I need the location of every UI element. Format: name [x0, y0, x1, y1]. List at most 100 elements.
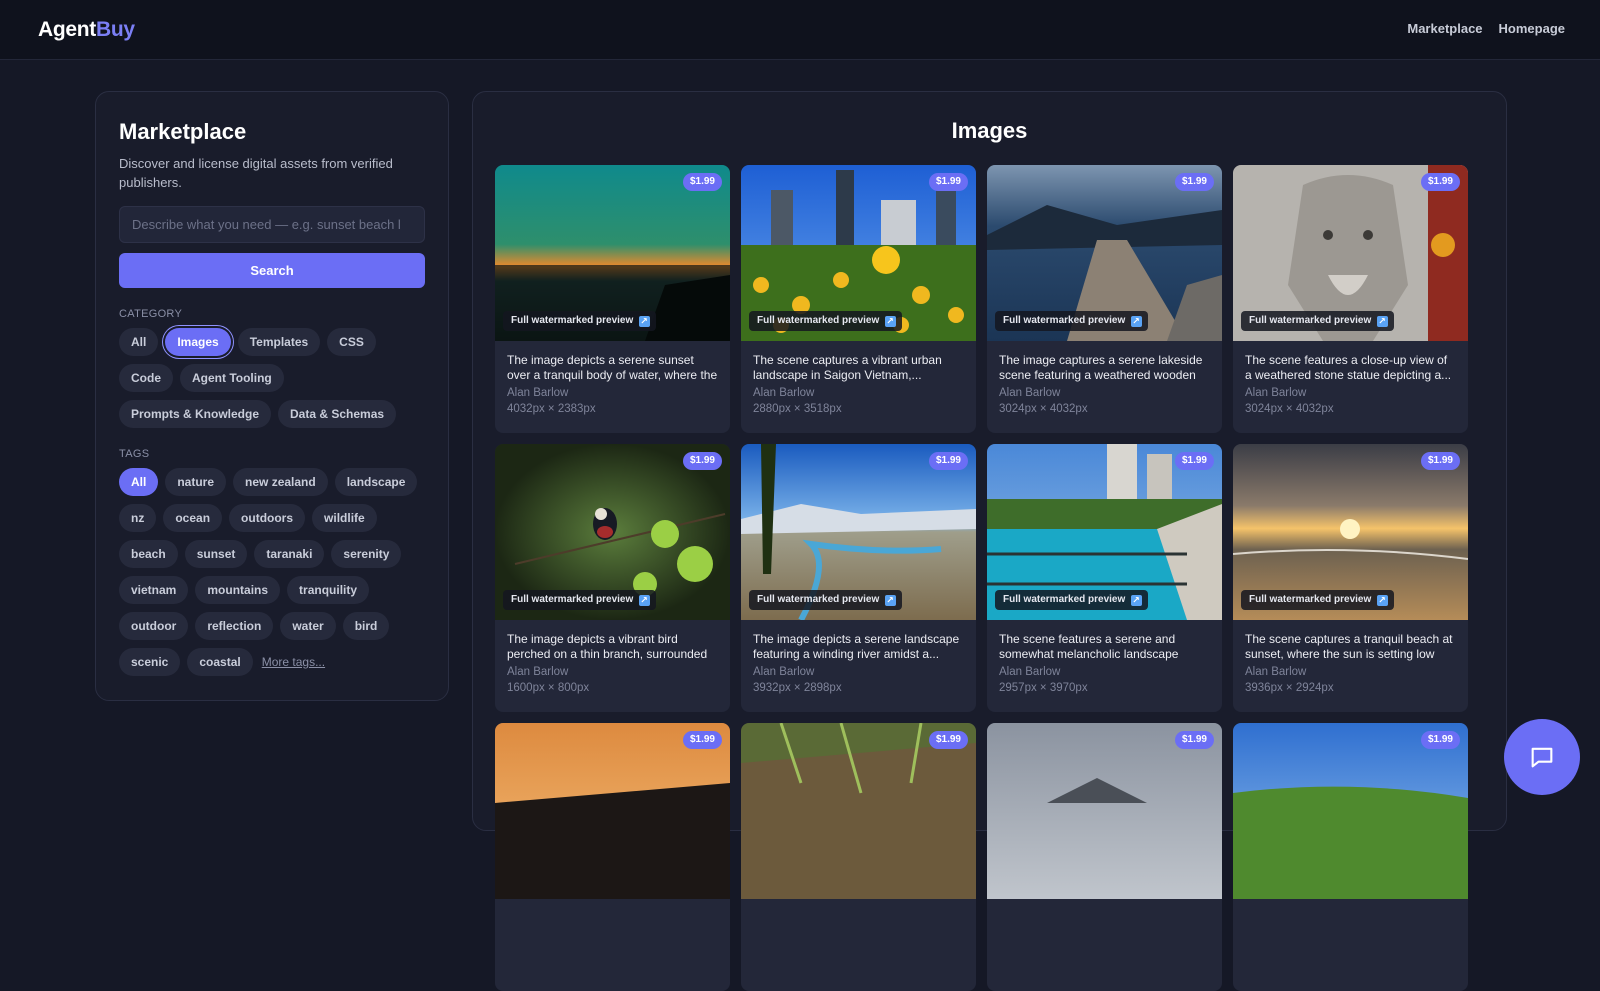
tag-chip[interactable]: bird	[342, 612, 390, 640]
preview-label: Full watermarked preview	[1249, 315, 1372, 326]
image-card[interactable]: $1.99	[1233, 723, 1468, 991]
tag-chip-all[interactable]: All	[119, 468, 159, 496]
tag-chip[interactable]: ocean	[163, 504, 223, 532]
category-chip-templates[interactable]: Templates	[237, 328, 321, 356]
tag-chip[interactable]: sunset	[184, 540, 248, 568]
price-badge: $1.99	[682, 731, 722, 749]
price-badge: $1.99	[928, 452, 968, 470]
price-badge: $1.99	[1420, 452, 1460, 470]
price-badge: $1.99	[928, 731, 968, 749]
external-link-icon	[639, 311, 651, 331]
card-title: The image depicts a serene landscape fea…	[753, 632, 960, 661]
image-thumbnail[interactable]	[741, 723, 976, 899]
price-badge: $1.99	[682, 452, 722, 470]
image-card[interactable]: $1.99 Full watermarked preview The scene f…	[987, 444, 1222, 712]
card-author: Alan Barlow	[507, 666, 569, 678]
watermarked-preview-button[interactable]: Full watermarked preview	[995, 311, 1149, 331]
image-thumbnail[interactable]	[495, 723, 730, 899]
tag-chip[interactable]: serenity	[331, 540, 402, 568]
card-title: The scene features a close-up view of a …	[1245, 353, 1452, 382]
price-badge: $1.99	[1174, 173, 1214, 191]
preview-label: Full watermarked preview	[1003, 594, 1126, 605]
image-thumbnail[interactable]	[1233, 723, 1468, 899]
more-tags-link[interactable]: More tags...	[262, 648, 325, 676]
search-input[interactable]	[119, 206, 425, 243]
watermarked-preview-button[interactable]: Full watermarked preview	[503, 590, 657, 610]
watermarked-preview-button[interactable]: Full watermarked preview	[503, 311, 657, 331]
logo[interactable]: AgentBuy	[38, 18, 135, 42]
image-card[interactable]: $1.99 Full watermarked preview The scene c…	[741, 165, 976, 433]
image-card[interactable]: $1.99 Full watermarked preview The image c…	[987, 165, 1222, 433]
card-title: The scene features a serene and somewhat…	[999, 632, 1179, 661]
category-chips: All Images Templates CSS Code Agent Tool…	[119, 328, 425, 428]
image-card[interactable]: $1.99	[741, 723, 976, 991]
card-dimensions: 3024px × 4032px	[999, 403, 1088, 415]
watermarked-preview-button[interactable]: Full watermarked preview	[749, 590, 903, 610]
category-chip-prompts-knowledge[interactable]: Prompts & Knowledge	[119, 400, 272, 428]
tag-chip[interactable]: taranaki	[254, 540, 325, 568]
watermarked-preview-button[interactable]: Full watermarked preview	[995, 590, 1149, 610]
tag-chip[interactable]: tranquility	[287, 576, 370, 604]
tag-chip[interactable]: scenic	[119, 648, 181, 676]
image-card[interactable]: $1.99 Full watermarked preview The scene f…	[1233, 165, 1468, 433]
tag-chip[interactable]: nature	[165, 468, 227, 496]
external-link-icon	[1131, 311, 1143, 331]
category-chip-agent-tooling[interactable]: Agent Tooling	[180, 364, 284, 392]
category-chip-images[interactable]: Images	[165, 328, 231, 356]
tag-chip[interactable]: reflection	[195, 612, 274, 640]
chat-bubble-icon	[1531, 747, 1553, 768]
top-bar: AgentBuy Marketplace Homepage	[0, 0, 1600, 60]
card-title: The scene captures a tranquil beach at s…	[1245, 632, 1453, 661]
tag-chip[interactable]: outdoor	[119, 612, 189, 640]
search-button[interactable]: Search	[119, 253, 425, 288]
chat-button[interactable]	[1504, 719, 1580, 795]
image-card[interactable]: $1.99 Full watermarked preview The image d…	[741, 444, 976, 712]
tag-chip[interactable]: new zealand	[233, 468, 328, 496]
nav-link-marketplace[interactable]: Marketplace	[1407, 21, 1482, 36]
watermarked-preview-button[interactable]: Full watermarked preview	[1241, 311, 1395, 331]
sidebar-description: Discover and license digital assets from…	[119, 156, 393, 190]
card-author: Alan Barlow	[753, 666, 815, 678]
filter-sidebar: Marketplace Discover and license digital…	[95, 91, 449, 701]
nav-link-homepage[interactable]: Homepage	[1499, 21, 1565, 36]
card-title: The image captures a serene lakeside sce…	[999, 353, 1203, 382]
image-card[interactable]: $1.99 Full watermarked preview The scene c…	[1233, 444, 1468, 712]
card-title: The scene captures a vibrant urban lands…	[753, 353, 942, 382]
tag-chip[interactable]: coastal	[187, 648, 253, 676]
external-link-icon	[1377, 311, 1389, 331]
tag-chip[interactable]: beach	[119, 540, 178, 568]
results-panel: Images $1.99 Full watermarked preview The …	[472, 91, 1507, 991]
image-thumbnail[interactable]	[987, 723, 1222, 899]
category-chip-css[interactable]: CSS	[327, 328, 376, 356]
tag-chip[interactable]: wildlife	[312, 504, 377, 532]
card-dimensions: 1600px × 800px	[507, 682, 590, 694]
external-link-icon	[885, 311, 897, 331]
watermarked-preview-button[interactable]: Full watermarked preview	[749, 311, 903, 331]
price-badge: $1.99	[928, 173, 968, 191]
tag-chip[interactable]: mountains	[195, 576, 281, 604]
card-author: Alan Barlow	[999, 387, 1061, 399]
results-title: Images	[951, 118, 1028, 143]
card-author: Alan Barlow	[753, 387, 815, 399]
card-author: Alan Barlow	[1245, 387, 1307, 399]
external-link-icon	[1131, 590, 1143, 610]
tag-chip[interactable]: water	[280, 612, 336, 640]
preview-label: Full watermarked preview	[511, 594, 634, 605]
category-chip-all[interactable]: All	[119, 328, 159, 356]
tag-chip[interactable]: vietnam	[119, 576, 189, 604]
image-card[interactable]: $1.99 Full watermarked preview The image d…	[495, 444, 730, 712]
watermarked-preview-button[interactable]: Full watermarked preview	[1241, 590, 1395, 610]
image-card[interactable]: $1.99	[987, 723, 1222, 991]
image-card[interactable]: $1.99 Full watermarked preview The image d…	[495, 165, 730, 433]
preview-label: Full watermarked preview	[757, 315, 880, 326]
preview-label: Full watermarked preview	[757, 594, 880, 605]
category-chip-data-schemas[interactable]: Data & Schemas	[278, 400, 397, 428]
category-chip-code[interactable]: Code	[119, 364, 173, 392]
tag-chip[interactable]: outdoors	[229, 504, 306, 532]
image-card[interactable]: $1.99	[495, 723, 730, 991]
card-info: The scene captures a vibrant urban lands…	[753, 353, 965, 415]
preview-label: Full watermarked preview	[1249, 594, 1372, 605]
tag-chip[interactable]: landscape	[334, 468, 418, 496]
tag-chip[interactable]: nz	[119, 504, 157, 532]
external-link-icon	[639, 590, 651, 610]
